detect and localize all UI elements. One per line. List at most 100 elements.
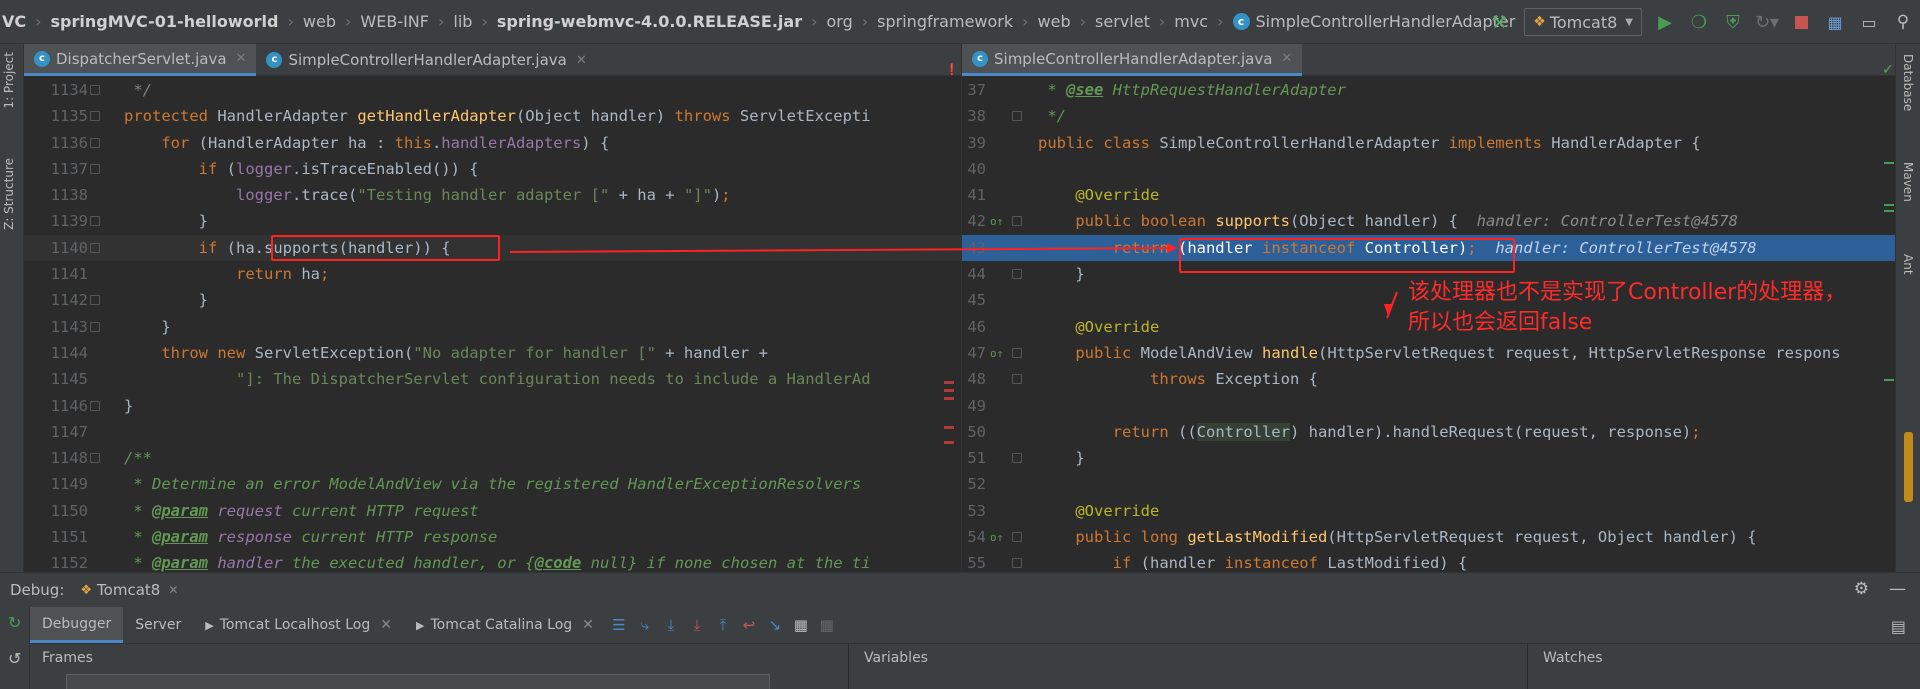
fold-marker-icon[interactable] [1012, 532, 1022, 543]
implements-method-icon[interactable]: o↑ [990, 209, 1003, 235]
code-line[interactable]: 39 public class SimpleControllerHandlerAd… [962, 130, 1895, 156]
code-area-left[interactable]: 1134 */ 1135 protected HandlerAdapter getH… [24, 77, 961, 572]
code-line[interactable]: 42 o↑ public boolean supports(Object hand… [962, 208, 1895, 234]
gear-icon[interactable]: ⚙ [1854, 579, 1869, 599]
close-icon[interactable]: ✕ [380, 617, 392, 633]
tab-dispatcherservlet[interactable]: c DispatcherServlet.java ✕ [24, 44, 257, 76]
code-line[interactable]: 1150 * @param request current HTTP reque… [24, 498, 961, 524]
error-marker[interactable] [944, 397, 954, 400]
ant-tool-tab[interactable]: Ant [1901, 254, 1915, 275]
resume-icon[interactable]: ↺ [8, 649, 21, 668]
breadcrumb-item[interactable]: spring-webmvc-4.0.0.RELEASE.jar [497, 12, 802, 31]
code-line[interactable]: 41 @Override [962, 182, 1895, 208]
force-step-into-icon[interactable]: ⤓ [684, 607, 710, 643]
database-tool-tab[interactable]: Database [1901, 54, 1915, 111]
fold-marker-icon[interactable] [1012, 216, 1022, 227]
tab-tomcat-catalina-log[interactable]: ▶ Tomcat Catalina Log ✕ [404, 607, 606, 643]
code-line[interactable]: 1149 * Determine an error ModelAndView v… [24, 471, 961, 497]
breadcrumb-item[interactable]: web [303, 12, 336, 31]
change-marker[interactable] [1884, 379, 1894, 381]
fold-marker-icon[interactable] [90, 137, 100, 148]
breadcrumb-item[interactable]: mvc [1174, 12, 1208, 31]
change-marker[interactable] [1884, 204, 1894, 206]
breadcrumb-item[interactable]: VC [2, 12, 26, 31]
fold-marker-icon[interactable] [1012, 558, 1022, 569]
hammer-icon[interactable]: ⚒ [1484, 7, 1514, 37]
code-line[interactable]: 50 return ((Controller) handler).handleR… [962, 419, 1895, 445]
code-line[interactable]: 1139 } [24, 208, 961, 234]
close-icon[interactable]: ✕ [582, 617, 594, 633]
tab-server[interactable]: Server [123, 607, 193, 643]
code-line[interactable]: 1146} [24, 393, 961, 419]
code-line[interactable]: 1144 throw new ServletException("No adap… [24, 340, 961, 366]
code-line[interactable]: 1148 /** [24, 445, 961, 471]
fold-marker-icon[interactable] [1012, 374, 1022, 385]
fold-marker-icon[interactable] [90, 242, 100, 253]
code-line[interactable]: 1141 return ha; [24, 261, 961, 287]
code-line[interactable]: 1137 if (logger.isTraceEnabled()) { [24, 156, 961, 182]
code-line[interactable]: 1136 for (HandlerAdapter ha : this.handl… [24, 130, 961, 156]
fold-marker-icon[interactable] [90, 216, 100, 227]
fold-marker-icon[interactable] [90, 400, 100, 411]
breadcrumb-item[interactable]: WEB-INF [360, 12, 429, 31]
maven-tool-tab[interactable]: Maven [1901, 162, 1915, 202]
error-marker[interactable] [944, 389, 954, 392]
breadcrumb-item[interactable]: org [827, 12, 853, 31]
breadcrumb-item[interactable]: c SimpleControllerHandlerAdapter [1232, 12, 1515, 31]
layout-settings-icon[interactable]: ▤ [1891, 617, 1906, 636]
code-line[interactable]: 55 if (handler instanceof LastModified) … [962, 550, 1895, 572]
fold-marker-icon[interactable] [1012, 269, 1022, 280]
tab-simplecontrollerhandleradapter-right[interactable]: c SimpleControllerHandlerAdapter.java ✕ [962, 44, 1303, 76]
change-marker[interactable] [1884, 162, 1894, 164]
minimize-icon[interactable]: — [1889, 579, 1906, 599]
fold-marker-icon[interactable] [90, 85, 100, 95]
code-line[interactable]: 1152 * @param handler the executed handl… [24, 550, 961, 572]
project-tool-tab[interactable]: 1: Project [2, 52, 16, 109]
run-icon[interactable]: ▶ [1650, 7, 1680, 37]
fold-marker-icon[interactable] [1012, 111, 1022, 122]
code-line[interactable]: 51 } [962, 445, 1895, 471]
rerun-icon[interactable]: ↻ [8, 613, 21, 632]
tab-debugger[interactable]: Debugger [30, 607, 124, 643]
tab-simplecontrollerhandleradapter[interactable]: c SimpleControllerHandlerAdapter.java ✕ [256, 44, 596, 76]
code-line[interactable]: 47 o↑ public ModelAndView handle(HttpServ… [962, 340, 1895, 366]
code-line[interactable]: 52 [962, 471, 1895, 497]
code-line[interactable]: 1147 [24, 419, 961, 445]
project-structure-icon[interactable]: ▦ [1820, 7, 1850, 37]
drop-frame-icon[interactable]: ↩ [736, 607, 762, 643]
code-line[interactable]: 48 throws Exception { [962, 366, 1895, 392]
stop-icon[interactable] [1786, 7, 1816, 37]
thread-selector[interactable] [66, 674, 770, 689]
debug-session-tab[interactable]: ❖ Tomcat8 ✕ [80, 581, 178, 599]
error-marker[interactable] [944, 426, 954, 429]
code-line[interactable]: 38 */ [962, 103, 1895, 129]
fold-marker-icon[interactable] [90, 163, 100, 174]
fold-marker-icon[interactable] [90, 453, 100, 464]
structure-tool-tab[interactable]: Z: Structure [2, 158, 16, 230]
trace-icon[interactable]: ▦ [814, 607, 840, 643]
code-line[interactable]: 40 [962, 156, 1895, 182]
breadcrumb-item[interactable]: springframework [877, 12, 1013, 31]
close-icon[interactable]: ✕ [168, 583, 178, 597]
step-out-icon[interactable]: ⤒ [710, 607, 736, 643]
fold-marker-icon[interactable] [90, 111, 100, 122]
coverage-icon[interactable]: ⛨ [1718, 7, 1748, 37]
tab-tomcat-localhost-log[interactable]: ▶ Tomcat Localhost Log ✕ [193, 607, 404, 643]
code-line[interactable]: 54 o↑ public long getLastModified(HttpSer… [962, 524, 1895, 550]
error-marker[interactable] [944, 441, 954, 444]
close-icon[interactable]: ✕ [1281, 51, 1292, 66]
close-icon[interactable]: ✕ [236, 51, 247, 66]
implements-method-icon[interactable]: o↑ [990, 341, 1003, 367]
code-line[interactable]: 1145 "]: The DispatcherServlet configura… [24, 366, 961, 392]
fold-marker-icon[interactable] [1012, 347, 1022, 358]
run-configuration-select[interactable]: ❖ Tomcat8 ▼ [1524, 8, 1642, 36]
code-line[interactable]: 1135 protected HandlerAdapter getHandlerA… [24, 103, 961, 129]
memory-indicator[interactable] [1904, 432, 1913, 502]
evaluate-expression-icon[interactable]: ▦ [788, 607, 814, 643]
fold-marker-icon[interactable] [1012, 453, 1022, 464]
change-marker[interactable] [1884, 210, 1894, 212]
code-line[interactable]: 1138 logger.trace("Testing handler adapt… [24, 182, 961, 208]
breadcrumb-item[interactable]: web [1038, 12, 1071, 31]
implements-method-icon[interactable]: o↑ [990, 525, 1003, 551]
fold-marker-icon[interactable] [90, 321, 100, 332]
